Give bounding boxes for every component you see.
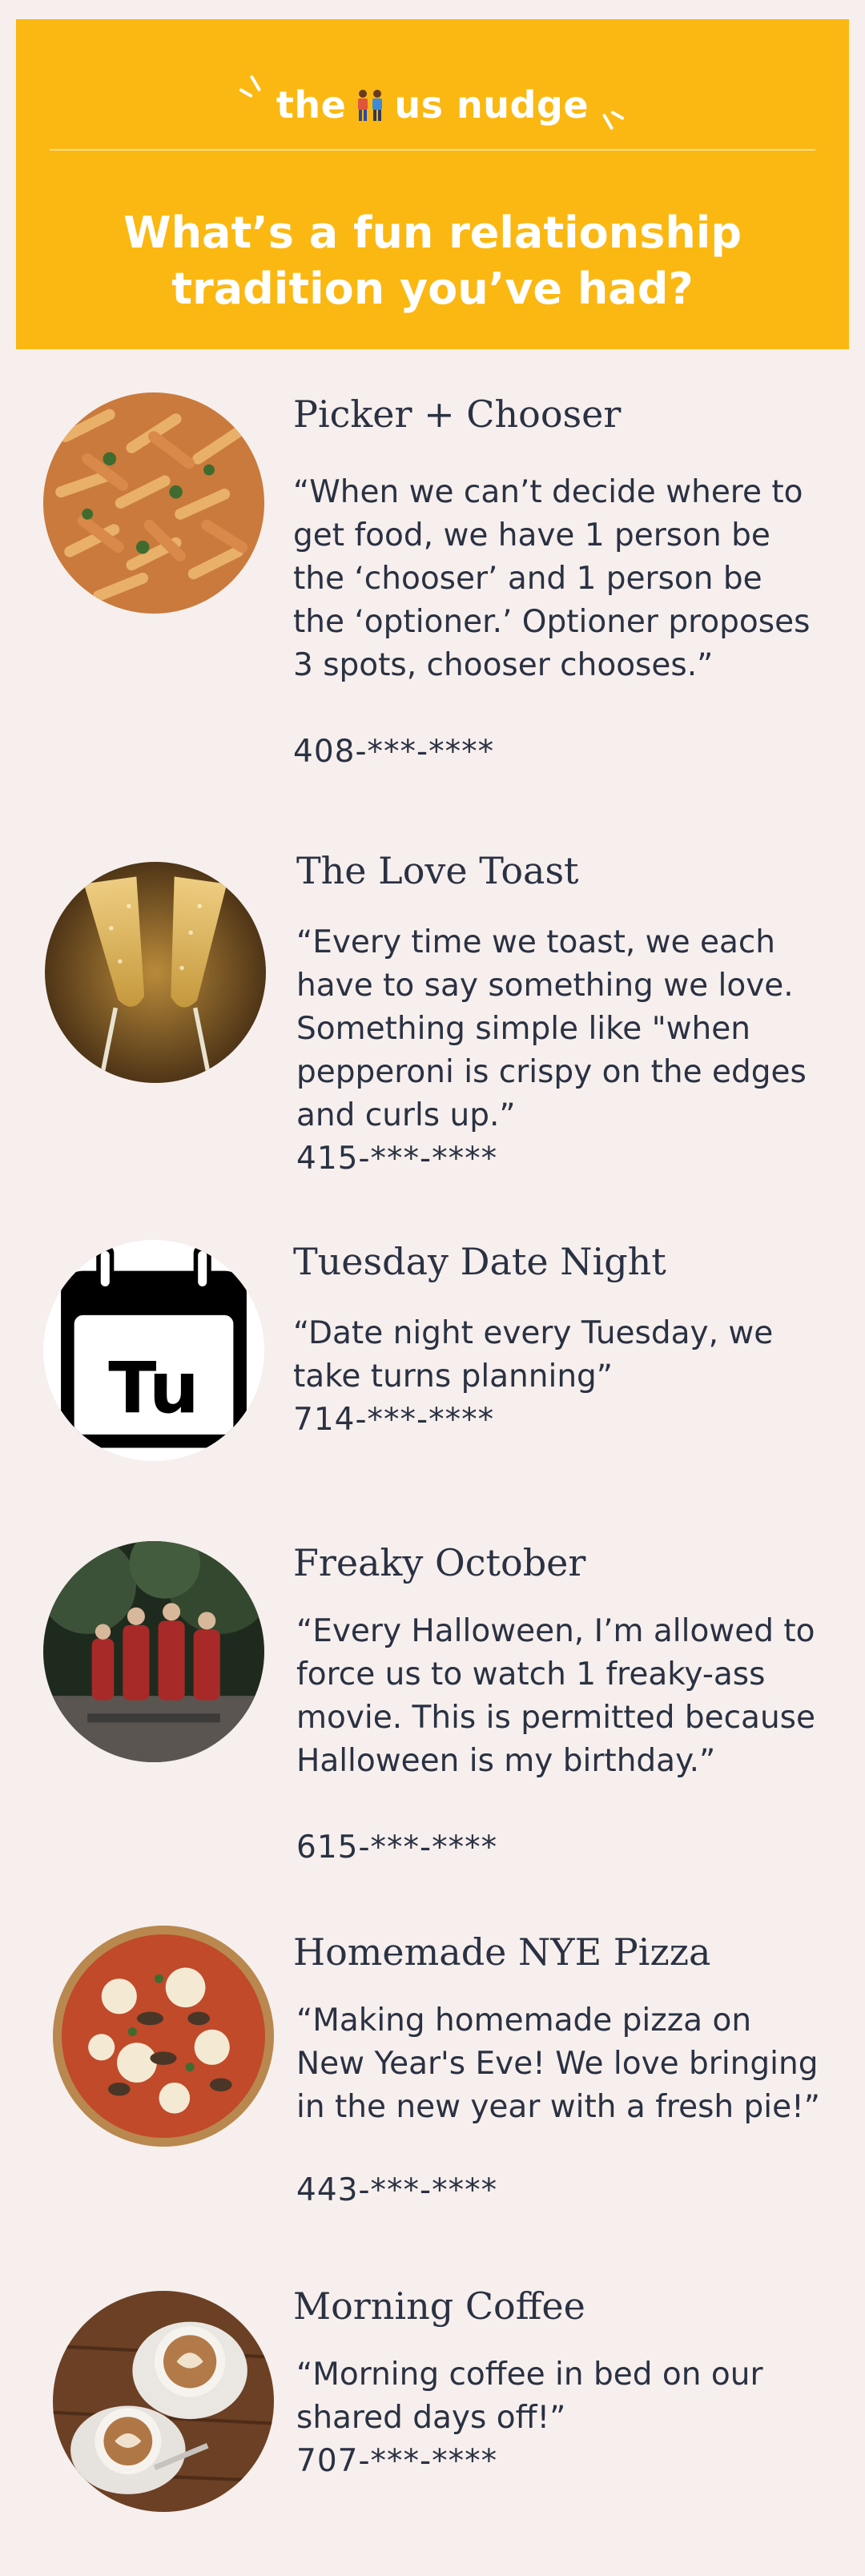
two-people-icon xyxy=(352,87,388,123)
champagne-image xyxy=(45,862,266,1083)
sparkle-left-icon xyxy=(236,74,268,107)
halloween-image xyxy=(43,1541,264,1762)
coffee-image xyxy=(53,2291,274,2512)
tradition-phone: 714-***-**** xyxy=(293,1402,495,1438)
tradition-phone: 615-***-**** xyxy=(296,1829,498,1866)
tradition-phone: 443-***-**** xyxy=(296,2172,498,2208)
calendar-label: Tu xyxy=(108,1346,199,1429)
tradition-phone: 707-***-**** xyxy=(296,2443,498,2479)
header-banner: the us nudge What’s a fun relationship t… xyxy=(16,19,849,349)
brand-prefix: the xyxy=(276,83,347,127)
question-line-1: What’s a fun relationship xyxy=(123,207,742,258)
tradition-title: Homemade NYE Pizza xyxy=(293,1930,711,1974)
tradition-title: Tuesday Date Night xyxy=(293,1240,666,1283)
tradition-quote: “Every Halloween, I’m allowed to force u… xyxy=(296,1613,815,1779)
tradition-quote: “Making homemade pizza on New Year's Eve… xyxy=(296,2002,820,2125)
pizza-image xyxy=(53,1926,274,2147)
tradition-title: Picker + Chooser xyxy=(293,392,622,436)
tradition-quote: “Every time we toast, we each have to sa… xyxy=(296,924,807,1133)
question-line-2: tradition you’ve had? xyxy=(171,264,694,314)
calendar-icon: Tu xyxy=(43,1240,264,1461)
page-title: What’s a fun relationship tradition you’… xyxy=(16,205,849,317)
tradition-phone: 415-***-**** xyxy=(296,1141,498,1177)
tradition-quote: “When we can’t decide where to get food,… xyxy=(293,474,811,683)
sparkle-right-icon xyxy=(597,108,629,140)
tradition-title: The Love Toast xyxy=(296,849,579,892)
header-divider xyxy=(50,149,815,151)
tradition-phone: 408-***-**** xyxy=(293,734,495,770)
pasta-image xyxy=(43,392,264,614)
brand-suffix: us nudge xyxy=(394,83,589,127)
tradition-title: Freaky October xyxy=(293,1541,586,1584)
tradition-quote: “Morning coffee in bed on our shared day… xyxy=(296,2357,763,2436)
tradition-quote: “Date night every Tuesday, we take turns… xyxy=(293,1315,774,1395)
brand-logo: the us nudge xyxy=(16,74,849,131)
tradition-title: Morning Coffee xyxy=(293,2284,585,2328)
